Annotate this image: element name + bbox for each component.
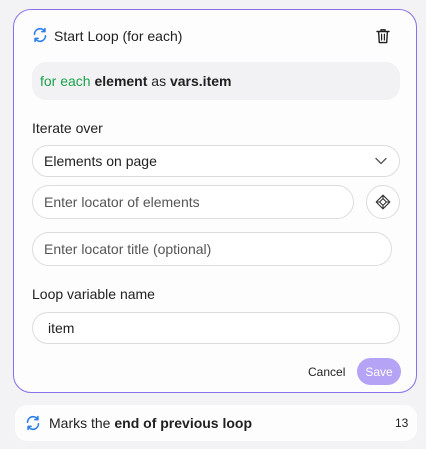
chevron-down-icon bbox=[375, 157, 387, 165]
end-loop-step[interactable]: Marks the end of previous loop 13 bbox=[15, 405, 417, 441]
save-button[interactable]: Save bbox=[357, 358, 401, 385]
step-number: 13 bbox=[395, 416, 409, 430]
step-title: Start Loop (for each) bbox=[54, 28, 183, 44]
loop-variable-value: item bbox=[48, 320, 75, 336]
locator-placeholder: Enter locator of elements bbox=[44, 194, 200, 210]
locator-picker-button[interactable] bbox=[366, 185, 400, 219]
iterate-over-label: Iterate over bbox=[32, 120, 103, 136]
save-button-label: Save bbox=[365, 364, 393, 379]
end-loop-prefix: Marks the bbox=[49, 415, 111, 431]
locator-title-input[interactable]: Enter locator title (optional) bbox=[32, 232, 392, 266]
summary-for-each: for each bbox=[40, 73, 91, 89]
iterate-over-value: Elements on page bbox=[44, 153, 157, 169]
end-loop-bold: end of previous loop bbox=[114, 415, 253, 431]
locator-input[interactable]: Enter locator of elements bbox=[32, 185, 354, 219]
loop-step-card: Start Loop (for each) for each element a… bbox=[13, 9, 417, 393]
loop-summary: for each element as vars.item bbox=[32, 62, 400, 100]
iterate-over-select[interactable]: Elements on page bbox=[32, 145, 400, 177]
summary-variable: vars.item bbox=[169, 73, 232, 89]
locator-title-placeholder: Enter locator title (optional) bbox=[44, 241, 212, 257]
trash-icon[interactable] bbox=[376, 28, 390, 44]
cancel-button[interactable]: Cancel bbox=[308, 365, 345, 379]
loop-variable-label: Loop variable name bbox=[32, 286, 155, 302]
summary-element: element bbox=[94, 73, 148, 89]
summary-as: as bbox=[151, 73, 167, 89]
locator-picker-icon bbox=[375, 194, 391, 210]
loop-icon bbox=[33, 27, 47, 43]
loop-icon bbox=[26, 415, 40, 431]
end-loop-text: Marks the end of previous loop bbox=[49, 415, 252, 431]
loop-variable-input[interactable]: item bbox=[32, 312, 400, 344]
